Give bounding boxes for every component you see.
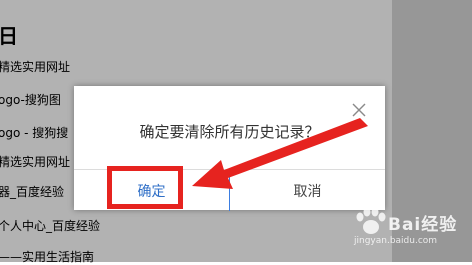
cancel-button[interactable]: 取消 [230, 170, 385, 211]
clear-history-dialog: 确定要清除所有历史记录？ 确定 取消 [74, 86, 385, 211]
dialog-button-bar: 确定 取消 [74, 169, 385, 211]
confirm-button[interactable]: 确定 [74, 170, 230, 211]
dialog-message: 确定要清除所有历史记录？ [139, 123, 320, 141]
close-icon[interactable] [349, 100, 369, 120]
